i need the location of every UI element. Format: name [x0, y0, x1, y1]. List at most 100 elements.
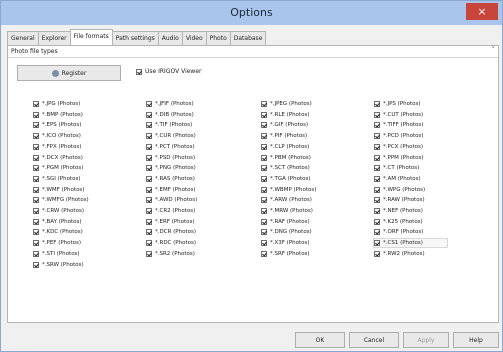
file-type-item[interactable]: *.PIF (Photos)	[261, 132, 307, 140]
file-type-item[interactable]: *.RAF (Photos)	[261, 218, 310, 226]
file-type-item[interactable]: *.DCR (Photos)	[146, 228, 196, 236]
file-type-item[interactable]: *.CS1 (Photos)	[373, 238, 448, 249]
file-type-checkbox[interactable]	[374, 197, 380, 204]
file-type-item[interactable]: *.TIF (Photos)	[146, 121, 192, 129]
viewer-option[interactable]: Use IRIGOV Viewer	[136, 68, 202, 75]
file-type-checkbox[interactable]	[261, 133, 267, 140]
file-type-checkbox[interactable]	[146, 186, 152, 193]
file-type-item[interactable]: *.TIFF (Photos)	[374, 121, 423, 129]
file-type-checkbox[interactable]	[374, 186, 380, 193]
file-type-item[interactable]: *.WMF (Photos)	[33, 186, 84, 194]
file-type-item[interactable]: *.CRW (Photos)	[33, 207, 84, 215]
file-type-checkbox[interactable]	[146, 229, 152, 236]
tab-video[interactable]: Video	[181, 31, 207, 45]
file-type-item[interactable]: *.GIF (Photos)	[261, 121, 308, 129]
file-type-checkbox[interactable]	[33, 143, 39, 150]
file-type-checkbox[interactable]	[146, 175, 152, 182]
file-type-checkbox[interactable]	[261, 240, 267, 247]
file-type-item[interactable]: *.SR2 (Photos)	[146, 250, 195, 258]
file-type-checkbox[interactable]	[33, 208, 39, 214]
file-type-item[interactable]: *.RDC (Photos)	[146, 239, 196, 247]
file-type-item[interactable]: *.STI (Photos)	[33, 250, 80, 258]
file-type-item[interactable]: *.AWD (Photos)	[146, 196, 197, 204]
file-type-item[interactable]: *.ORF (Photos)	[374, 228, 423, 236]
file-type-item[interactable]: *.DCX (Photos)	[33, 154, 83, 162]
file-type-checkbox[interactable]	[146, 165, 152, 172]
file-type-item[interactable]: *.PSD (Photos)	[146, 154, 195, 162]
file-type-checkbox[interactable]	[146, 218, 152, 225]
tab-general[interactable]: General	[7, 31, 39, 45]
file-type-item[interactable]: *.SGI (Photos)	[33, 175, 80, 183]
file-type-item[interactable]: *.CT (Photos)	[374, 164, 419, 172]
file-type-item[interactable]: *.RW2 (Photos)	[374, 250, 425, 258]
file-type-checkbox[interactable]	[261, 111, 267, 118]
file-type-item[interactable]: *.FPX (Photos)	[33, 143, 81, 151]
file-type-checkbox[interactable]	[33, 218, 39, 225]
file-type-item[interactable]: *.PBM (Photos)	[261, 154, 311, 162]
file-type-checkbox[interactable]	[374, 154, 380, 161]
file-type-item[interactable]: *.AM (Photos)	[374, 175, 421, 183]
file-type-item[interactable]: *.WPG (Photos)	[374, 186, 425, 194]
file-type-checkbox[interactable]	[374, 250, 380, 257]
file-type-checkbox[interactable]	[261, 165, 267, 172]
tab-path-settings[interactable]: Path settings	[111, 31, 159, 45]
ok-button[interactable]: OK	[295, 332, 345, 348]
file-type-checkbox[interactable]	[146, 122, 152, 129]
file-type-checkbox[interactable]	[374, 218, 380, 225]
file-type-item[interactable]: *.SRW (Photos)	[33, 261, 84, 269]
file-type-checkbox[interactable]	[33, 175, 39, 182]
file-type-checkbox[interactable]	[33, 197, 39, 204]
file-type-checkbox[interactable]	[33, 240, 39, 247]
viewer-checkbox[interactable]	[136, 68, 142, 75]
title-bar[interactable]: Options ×	[1, 1, 502, 25]
file-type-checkbox[interactable]	[374, 175, 380, 182]
file-type-item[interactable]: *.ICO (Photos)	[33, 132, 81, 140]
tab-database[interactable]: Database	[229, 31, 267, 45]
file-type-item[interactable]: *.EMF (Photos)	[146, 186, 195, 194]
file-type-item[interactable]: *.WBMP (Photos)	[261, 186, 316, 194]
file-type-item[interactable]: *.K25 (Photos)	[374, 218, 423, 226]
file-type-checkbox[interactable]	[33, 133, 39, 140]
file-type-checkbox[interactable]	[146, 133, 152, 140]
file-type-checkbox[interactable]	[374, 165, 380, 172]
file-type-checkbox[interactable]	[146, 143, 152, 150]
file-type-item[interactable]: *.JPS (Photos)	[374, 100, 421, 108]
file-type-checkbox[interactable]	[146, 111, 152, 118]
file-type-checkbox[interactable]	[261, 197, 267, 204]
file-type-checkbox[interactable]	[374, 229, 380, 236]
file-type-checkbox[interactable]	[374, 122, 380, 129]
tab-audio[interactable]: Audio	[157, 31, 183, 45]
file-type-item[interactable]: *.NEF (Photos)	[374, 207, 423, 215]
file-type-item[interactable]: *.PNG (Photos)	[146, 164, 196, 172]
file-type-item[interactable]: *.JFIF (Photos)	[146, 100, 194, 108]
file-type-item[interactable]: *.PCX (Photos)	[374, 143, 423, 151]
file-type-item[interactable]: *.RLE (Photos)	[261, 111, 309, 119]
file-type-checkbox[interactable]	[261, 250, 267, 257]
file-type-item[interactable]: *.ERF (Photos)	[146, 218, 195, 226]
collapse-chevron-icon[interactable]: ˅	[492, 46, 496, 54]
file-type-checkbox[interactable]	[374, 133, 380, 140]
file-type-checkbox[interactable]	[261, 101, 267, 107]
file-type-item[interactable]: *.CUT (Photos)	[374, 111, 423, 119]
file-type-checkbox[interactable]	[261, 122, 267, 129]
file-type-checkbox[interactable]	[374, 101, 380, 107]
file-type-checkbox[interactable]	[261, 208, 267, 214]
file-type-item[interactable]: *.CUR (Photos)	[146, 132, 196, 140]
file-type-checkbox[interactable]	[33, 101, 39, 107]
file-type-item[interactable]: *.KDC (Photos)	[33, 228, 83, 236]
file-type-checkbox[interactable]	[33, 154, 39, 161]
file-type-item[interactable]: *.MRW (Photos)	[261, 207, 313, 215]
file-type-item[interactable]: *.JPG (Photos)	[33, 100, 80, 108]
file-type-item[interactable]: *.ARW (Photos)	[261, 196, 312, 204]
cancel-button[interactable]: Cancel	[349, 332, 399, 348]
file-type-item[interactable]: *.PGM (Photos)	[33, 164, 83, 172]
file-type-checkbox[interactable]	[374, 208, 380, 214]
file-type-checkbox[interactable]	[146, 154, 152, 161]
file-type-item[interactable]: *.RAW (Photos)	[374, 196, 425, 204]
file-type-checkbox[interactable]	[146, 208, 152, 214]
file-type-checkbox[interactable]	[33, 186, 39, 193]
tab-explorer[interactable]: Explorer	[37, 31, 71, 45]
file-type-item[interactable]: *.X3F (Photos)	[261, 239, 310, 247]
file-type-checkbox[interactable]	[261, 218, 267, 225]
file-type-item[interactable]: *.PPM (Photos)	[374, 154, 423, 162]
